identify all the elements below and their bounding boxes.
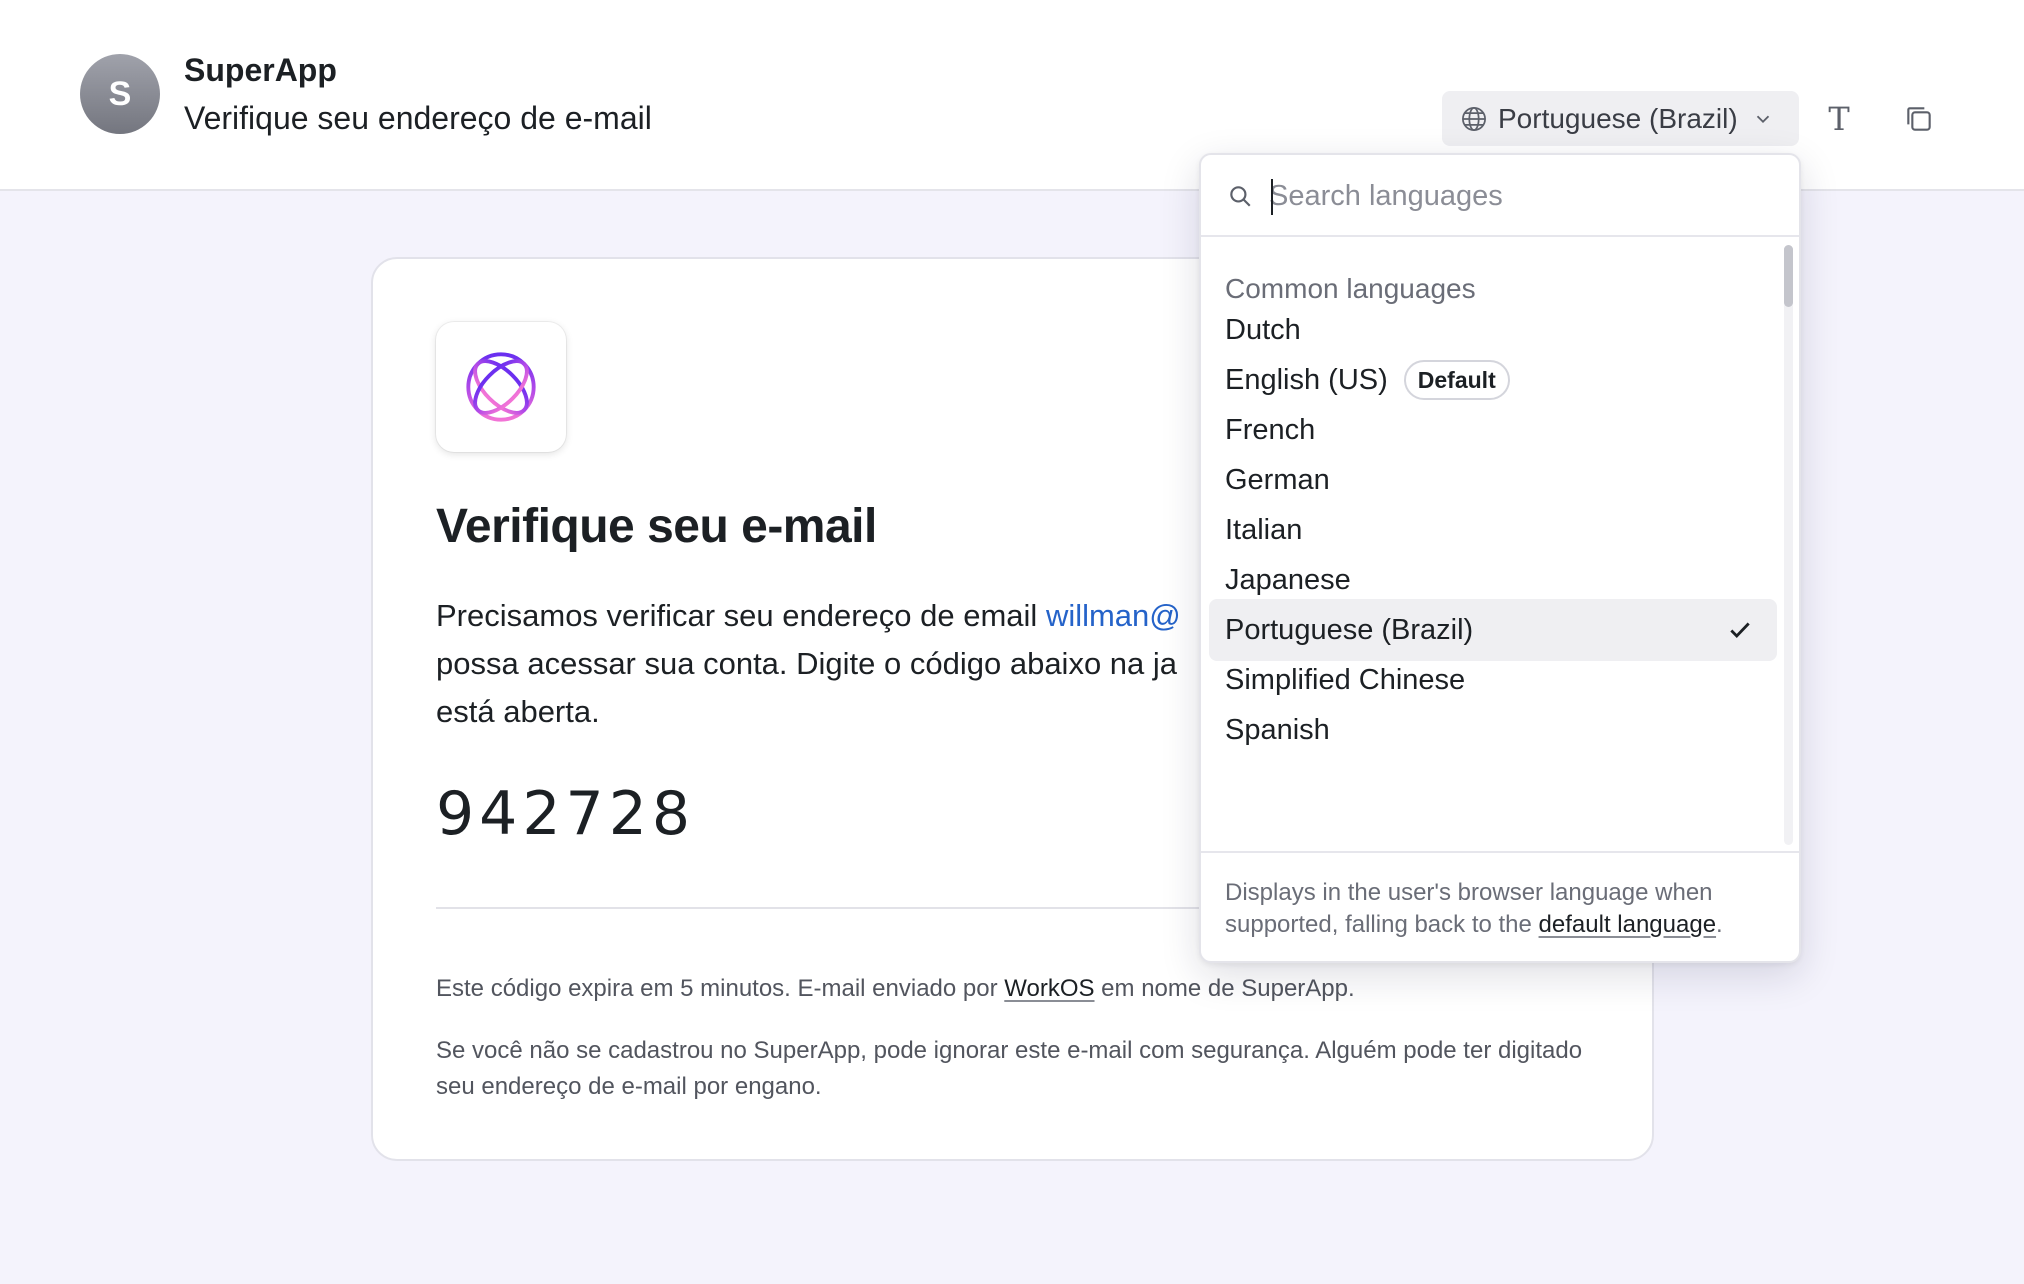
language-dropdown-footer: Displays in the user's browser language … [1201, 851, 1799, 961]
text-view-button[interactable]: T [1816, 96, 1862, 142]
language-list-scrollbar[interactable] [1784, 245, 1793, 845]
text-icon: T [1828, 100, 1850, 138]
checkmark-icon [1730, 622, 1750, 638]
option-label: Simplified Chinese [1225, 663, 1466, 696]
option-label: Japanese [1225, 563, 1351, 596]
sender-avatar: S [80, 54, 160, 134]
sender-name: SuperApp [184, 52, 337, 88]
option-label: Dutch [1225, 313, 1301, 346]
workos-link[interactable]: WorkOS [1004, 975, 1094, 1002]
email-subject: Verifique seu endereço de e-mail [184, 100, 652, 136]
scrollbar-thumb[interactable] [1784, 245, 1793, 307]
avatar-initial: S [108, 74, 132, 113]
app-logo [436, 322, 566, 452]
option-label: English (US) [1225, 363, 1388, 396]
search-icon [1230, 186, 1251, 207]
email-footer-note: Se você não se cadastrou no SuperApp, po… [436, 1037, 1583, 1100]
verification-code: 942728 [436, 779, 696, 849]
option-label: Portuguese (Brazil) [1225, 613, 1474, 646]
option-label: Spanish [1225, 713, 1330, 746]
email-footer-expiry: Este código expira em 5 minutos. E-mail … [436, 975, 1355, 1003]
option-label: French [1225, 413, 1316, 446]
email-title: Verifique seu e-mail [436, 500, 877, 553]
language-dropdown: Common languages Dutch English (US) Defa… [1199, 153, 1801, 963]
language-list[interactable]: Common languages Dutch English (US) Defa… [1201, 239, 1799, 853]
text-caret [1271, 179, 1273, 215]
language-select-label: Portuguese (Brazil) [1498, 102, 1738, 134]
option-label: Italian [1225, 513, 1303, 546]
default-language-link[interactable]: default language [1539, 911, 1717, 938]
footer-text: em nome de SuperApp. [1094, 975, 1355, 1002]
orbit-logo-icon [466, 352, 536, 422]
email-address-link[interactable]: willman@ [1046, 598, 1181, 633]
default-badge: Default [1403, 360, 1510, 400]
language-search-row [1201, 155, 1799, 237]
globe-icon [1462, 106, 1486, 131]
language-option-spanish[interactable]: Spanish [1209, 699, 1777, 761]
body-text: Precisamos verificar seu endereço de ema… [436, 598, 1046, 633]
footer-help-text: . [1716, 911, 1723, 938]
language-select-button[interactable]: Portuguese (Brazil) [1442, 91, 1799, 146]
copy-button[interactable] [1896, 96, 1942, 142]
option-label: German [1225, 463, 1330, 496]
footer-text: Este código expira em 5 minutos. E-mail … [436, 975, 1005, 1002]
copy-icon [1907, 107, 1931, 131]
language-search-input[interactable] [1269, 173, 1769, 219]
chevron-down-icon [1756, 115, 1769, 123]
